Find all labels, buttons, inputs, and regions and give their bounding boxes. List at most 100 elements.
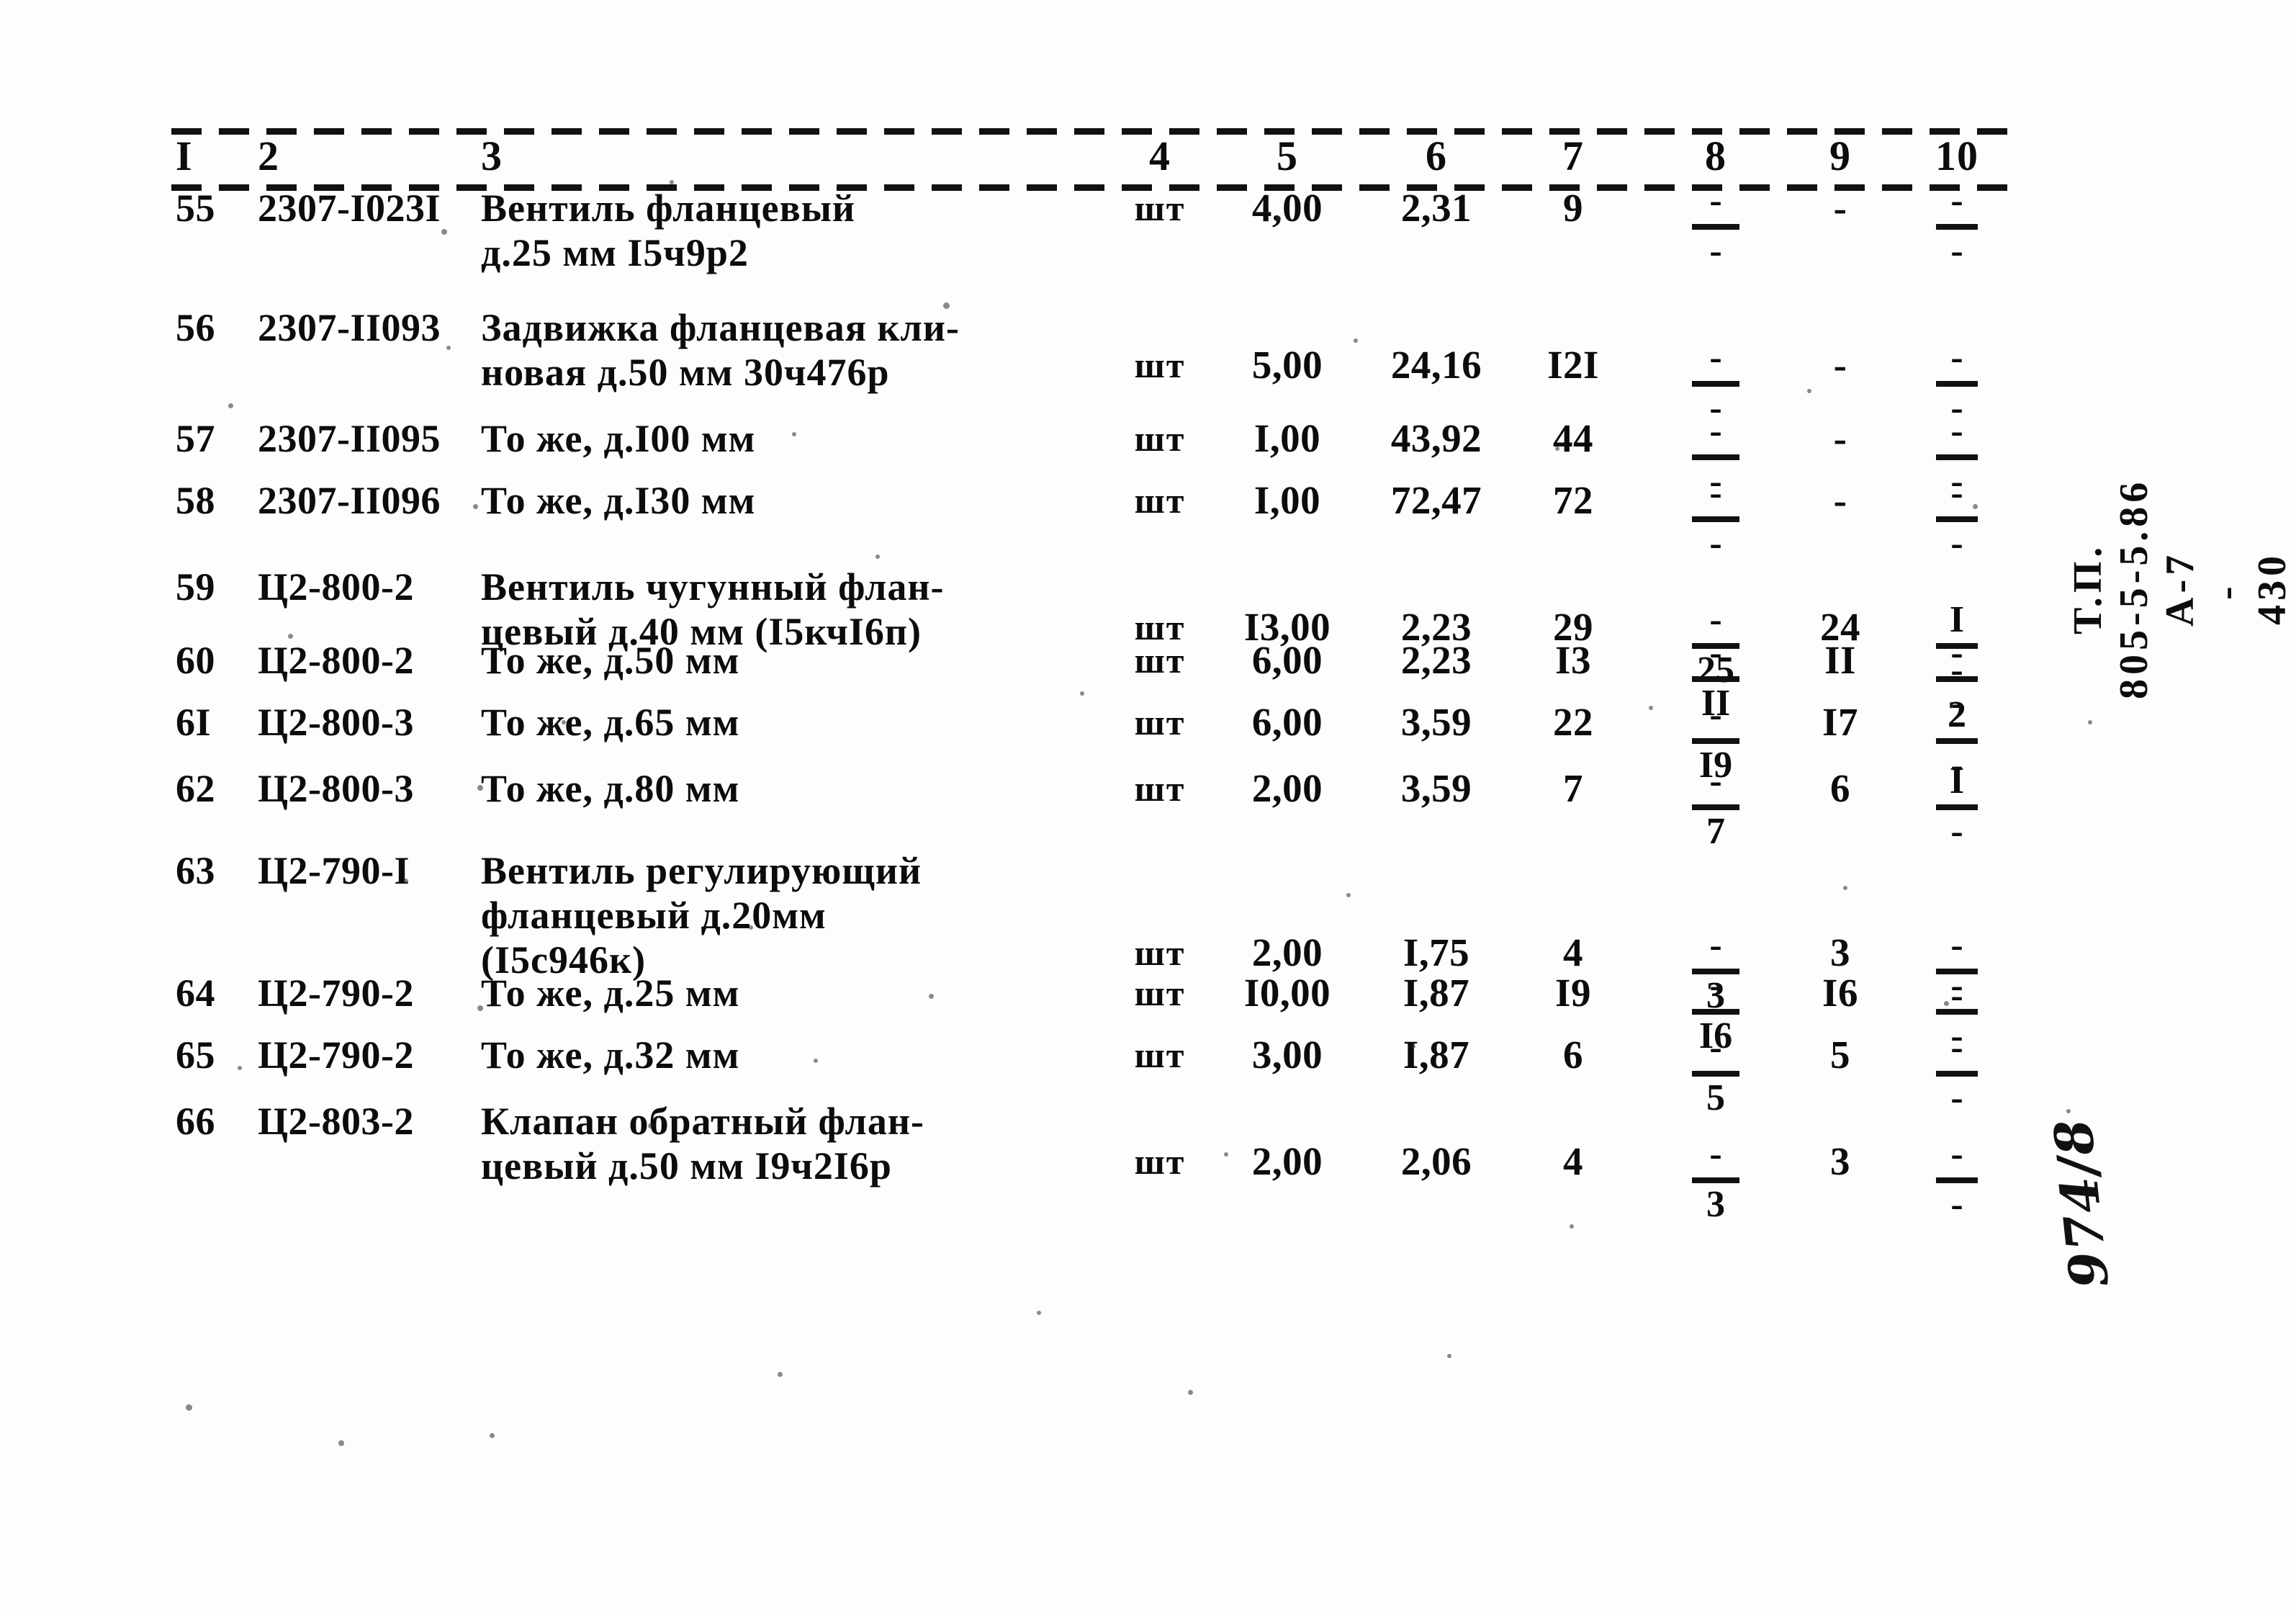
side-stamp-segment: 805-5-5.86	[2112, 477, 2156, 699]
row-code: Ц2-790-I	[258, 849, 410, 892]
row-sum: 4	[1563, 1139, 1583, 1183]
fraction-bar	[1936, 224, 1978, 230]
row-col10-fraction: --	[1899, 180, 2014, 271]
row-code: 2307-I023I	[258, 187, 441, 230]
fraction-bar	[1936, 1071, 1978, 1077]
row-unit: шт	[1134, 640, 1186, 681]
scan-speck	[1807, 389, 1811, 393]
fraction-bar	[1692, 454, 1739, 460]
scan-speck	[814, 1059, 818, 1063]
scan-speck	[1973, 504, 1978, 509]
row-number: 65	[176, 1033, 215, 1077]
row-col8-fraction: --	[1655, 182, 1777, 270]
row-price: I,75	[1403, 930, 1470, 974]
row-col9: -	[1833, 478, 1847, 522]
row-col9: 6	[1830, 766, 1850, 810]
fraction-bar	[1936, 1177, 1978, 1183]
row-description: То же, д.I00 мм	[481, 417, 756, 460]
fraction-numerator: -	[1950, 1134, 1963, 1175]
fraction-numerator: -	[1950, 472, 1963, 513]
scan-speck	[1447, 1354, 1451, 1358]
row-quantity: 2,00	[1251, 930, 1323, 974]
fraction-denominator: 5	[1706, 1077, 1725, 1118]
column-header-2: 2	[258, 133, 279, 179]
scan-speck	[929, 994, 934, 999]
row-price: 2,31	[1400, 186, 1472, 230]
scan-speck	[1276, 216, 1281, 221]
row-code: Ц2-800-2	[258, 565, 414, 609]
row-number: 6I	[176, 701, 212, 744]
row-quantity: 2,00	[1251, 1139, 1323, 1183]
scanned-page: I 2 3 4 5 6 7 8 9 10 55 2307-I023I Вентиль…	[0, 0, 2296, 1616]
scan-speck	[441, 229, 447, 235]
row-sum: I3	[1555, 638, 1591, 682]
side-stamp: Т.П.805-5-5.86А-7-430-	[2065, 137, 2295, 1001]
scan-speck	[1570, 1224, 1574, 1229]
scan-speck	[943, 302, 950, 309]
row-unit: шт	[1134, 418, 1186, 459]
scan-speck	[1843, 886, 1847, 890]
row-description: То же, д.25 мм	[481, 971, 740, 1015]
row-description: То же, д.50 мм	[481, 639, 740, 682]
row-number: 56	[176, 306, 215, 349]
scan-speck	[1649, 706, 1653, 710]
column-header-10: 10	[1935, 133, 1978, 179]
fraction-denominator: 7	[1706, 811, 1725, 852]
scan-speck	[2066, 1109, 2071, 1113]
scan-speck	[186, 1404, 192, 1411]
row-description: Задвижка фланцевая кли- новая д.50 мм 30…	[481, 306, 960, 394]
fraction-bar	[1692, 381, 1739, 387]
fraction-numerator: -	[1709, 1027, 1722, 1068]
row-code: Ц2-790-2	[258, 1033, 414, 1077]
fraction-bar	[1692, 738, 1739, 744]
fraction-bar	[1936, 738, 1978, 744]
row-description: Вентиль фланцевый д.25 мм I5ч9р2	[481, 187, 856, 274]
scan-speck	[2088, 720, 2092, 724]
scan-speck	[1555, 446, 1559, 451]
row-quantity: 6,00	[1251, 638, 1323, 682]
row-description: Вентиль регулирующий фланцевый д.20мм (I…	[481, 849, 922, 982]
fraction-numerator: -	[1709, 694, 1722, 735]
fraction-denominator: -	[1950, 1184, 1963, 1225]
row-quantity: I,00	[1253, 478, 1321, 522]
fraction-numerator: -	[1709, 925, 1722, 966]
fraction-bar	[1936, 1009, 1978, 1015]
row-code: Ц2-800-3	[258, 701, 414, 744]
scan-speck	[1346, 893, 1351, 897]
row-col10-fraction: --	[1899, 1029, 2014, 1117]
row-unit: шт	[1134, 345, 1186, 385]
row-quantity: I,00	[1253, 416, 1321, 460]
row-col10-fraction: --	[1899, 475, 2014, 562]
side-stamp-segment: -	[2204, 582, 2248, 601]
row-col9: I7	[1822, 700, 1858, 744]
scan-speck	[562, 720, 566, 724]
fraction-denominator: -	[1709, 523, 1722, 564]
fraction-numerator: -	[1709, 965, 1722, 1006]
row-quantity: 5,00	[1251, 343, 1323, 387]
column-header-1: I	[176, 133, 193, 179]
row-quantity: I0,00	[1243, 971, 1331, 1015]
fraction-bar	[1692, 1071, 1739, 1077]
scan-speck	[1944, 1001, 1949, 1006]
row-number: 64	[176, 971, 215, 1015]
row-col9: -	[1833, 343, 1847, 387]
row-price: 3,59	[1400, 766, 1472, 810]
fraction-bar	[1692, 224, 1739, 230]
fraction-numerator: -	[1709, 760, 1722, 802]
row-unit: шт	[1134, 480, 1186, 521]
column-header-3: 3	[481, 133, 503, 179]
scan-speck	[338, 1440, 344, 1446]
row-number: 66	[176, 1100, 215, 1143]
row-price: 3,59	[1400, 700, 1472, 744]
row-code: 2307-II095	[258, 417, 441, 460]
side-stamp-segment: А-7	[2158, 550, 2202, 627]
fraction-denominator: -	[1950, 230, 1963, 271]
row-price: 43,92	[1390, 416, 1482, 460]
row-code: 2307-II096	[258, 479, 441, 522]
row-price: 24,16	[1390, 343, 1482, 387]
row-description: То же, д.80 мм	[481, 767, 740, 810]
fraction-bar	[1936, 676, 1978, 682]
row-number: 62	[176, 767, 215, 810]
column-header-6: 6	[1426, 133, 1447, 179]
fraction-numerator: -	[1950, 180, 1963, 221]
